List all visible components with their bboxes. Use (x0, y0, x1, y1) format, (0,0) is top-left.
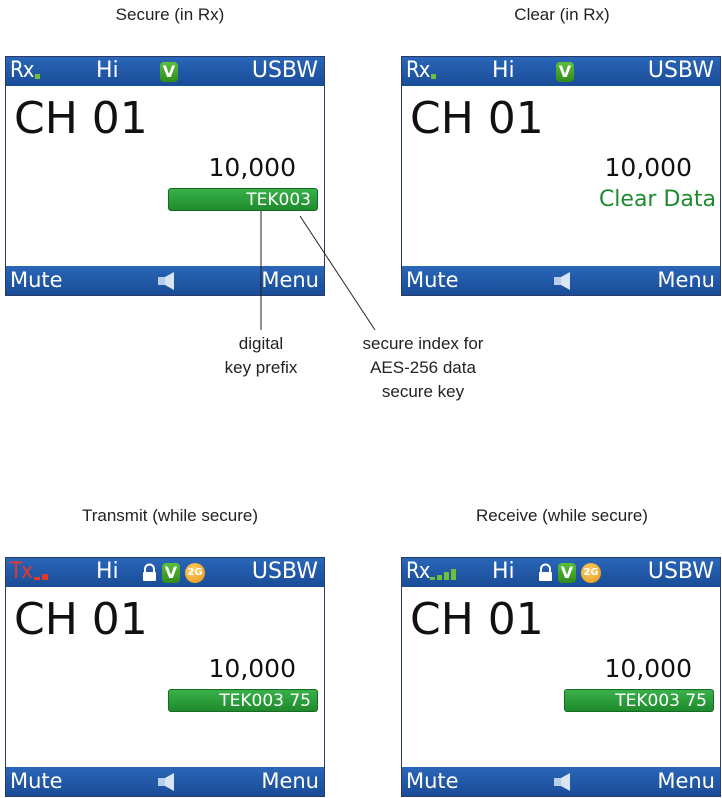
speaker-icon (158, 773, 174, 791)
softkey-bar: Mute Menu (6, 767, 324, 796)
caption-transmit-secure: Transmit (while secure) (81, 506, 259, 525)
key-bar: TEK003 75 (168, 689, 318, 712)
menu-softkey[interactable]: Menu (657, 769, 715, 793)
status-bar: Rx Hi V 2G USBW (402, 558, 720, 587)
frequency-value: 10,000 (208, 654, 296, 683)
bandwidth-label: USBW (251, 559, 318, 584)
menu-softkey[interactable]: Menu (261, 769, 319, 793)
key-bar: TEK003 75 (564, 689, 714, 712)
channel-label: CH 01 (410, 594, 544, 645)
signal-strength-icon (451, 569, 456, 580)
softkey-bar: Mute Menu (402, 767, 720, 796)
mute-softkey[interactable]: Mute (406, 769, 459, 793)
2g-icon: 2G (185, 563, 205, 583)
frequency-value: 10,000 (604, 654, 692, 683)
lock-icon (143, 563, 156, 581)
tx-power-icon (34, 577, 40, 580)
mode-indicator: Rx (406, 559, 430, 584)
status-bar: Tx Hi V 2G USBW (6, 558, 324, 587)
power-level: Hi (96, 559, 119, 584)
lock-icon (539, 563, 552, 581)
mode-indicator: Tx (10, 559, 33, 584)
speaker-icon (554, 773, 570, 791)
signal-strength-icon (444, 572, 449, 580)
channel-label: CH 01 (14, 594, 148, 645)
mute-softkey[interactable]: Mute (10, 769, 63, 793)
signal-strength-icon (430, 577, 435, 580)
signal-strength-icon (437, 575, 442, 580)
v-icon: V (558, 563, 576, 583)
2g-icon: 2G (581, 563, 601, 583)
screen-receive-secure: Rx Hi V 2G USBW CH 01 10,000 TEK003 75 M… (401, 557, 721, 797)
secure-index-line (299, 215, 376, 331)
power-level: Hi (492, 559, 515, 584)
screen-transmit-secure: Tx Hi V 2G USBW CH 01 10,000 TEK003 75 M… (5, 557, 325, 797)
caption-receive-secure: Receive (while secure) (476, 506, 648, 525)
secure-index-note: secure index for AES-256 data secure key (362, 334, 484, 401)
v-icon: V (162, 563, 180, 583)
tx-power-icon (42, 574, 48, 580)
bandwidth-label: USBW (647, 559, 714, 584)
digital-prefix-note: digital key prefix (224, 334, 298, 377)
